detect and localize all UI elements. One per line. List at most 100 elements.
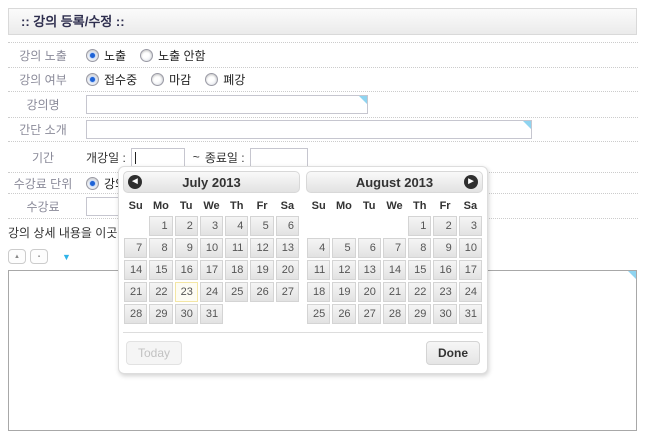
calendar-day-cell[interactable]: 28 bbox=[383, 304, 406, 324]
radio-status-accepting[interactable]: 접수중 bbox=[86, 71, 137, 88]
calendar-day-cell[interactable]: 8 bbox=[408, 238, 431, 258]
calendar-day-cell[interactable]: 24 bbox=[200, 282, 223, 302]
calendar-day-cell[interactable]: 9 bbox=[175, 238, 198, 258]
calendar-day-header: Sa bbox=[276, 200, 299, 212]
calendar-day-cell[interactable]: 11 bbox=[225, 238, 248, 258]
calendar-day-cell[interactable]: 27 bbox=[276, 282, 299, 302]
calendar-day-cell[interactable]: 13 bbox=[276, 238, 299, 258]
calendar-day-cell[interactable]: 6 bbox=[358, 238, 381, 258]
end-date-label: 종료일 : bbox=[205, 149, 245, 166]
radio-icon bbox=[86, 73, 99, 86]
calendar-day-cell[interactable]: 21 bbox=[124, 282, 147, 302]
calendar-day-cell[interactable]: 26 bbox=[250, 282, 273, 302]
calendar-day-cell[interactable]: 5 bbox=[332, 238, 355, 258]
calendar-day-cell[interactable]: 3 bbox=[200, 216, 223, 236]
calendar-day-header: We bbox=[383, 200, 406, 212]
calendar-day-header: Fr bbox=[433, 200, 456, 212]
row-status: 강의 여부 접수중 마감 폐강 bbox=[8, 68, 638, 92]
radio-status-cancelled[interactable]: 폐강 bbox=[205, 71, 245, 88]
calendar-day-cell[interactable]: 13 bbox=[358, 260, 381, 280]
calendar-day-cell[interactable]: 17 bbox=[459, 260, 482, 280]
calendar-day-cell[interactable]: 18 bbox=[307, 282, 330, 302]
box-icon: ▪ bbox=[38, 254, 40, 260]
field-label-status: 강의 여부 bbox=[8, 71, 78, 88]
calendar-day-cell[interactable]: 29 bbox=[408, 304, 431, 324]
calendar-month-title: August 2013 bbox=[356, 175, 433, 190]
radio-status-closed[interactable]: 마감 bbox=[151, 71, 191, 88]
calendar-day-cell[interactable]: 6 bbox=[276, 216, 299, 236]
next-month-icon[interactable]: ▶ bbox=[464, 175, 478, 189]
calendar-day-cell[interactable]: 4 bbox=[225, 216, 248, 236]
calendar-day-cell[interactable]: 30 bbox=[175, 304, 198, 324]
calendar-day-cell[interactable]: 12 bbox=[332, 260, 355, 280]
calendar-day-cell[interactable]: 24 bbox=[459, 282, 482, 302]
calendar-day-cell[interactable]: 28 bbox=[124, 304, 147, 324]
calendar-day-cell[interactable]: 2 bbox=[433, 216, 456, 236]
field-label-intro: 간단 소개 bbox=[8, 121, 78, 138]
calendar-day-cell[interactable]: 31 bbox=[200, 304, 223, 324]
calendar-day-cell[interactable]: 1 bbox=[408, 216, 431, 236]
collapse-up-button[interactable]: ▲ bbox=[8, 249, 26, 264]
calendar-day-cell[interactable]: 22 bbox=[149, 282, 172, 302]
calendar-day-cell[interactable]: 12 bbox=[250, 238, 273, 258]
course-name-input[interactable] bbox=[86, 95, 368, 114]
calendar-day-header: Mo bbox=[149, 200, 172, 212]
calendar-day-cell[interactable]: 20 bbox=[276, 260, 299, 280]
calendar-day-cell[interactable]: 7 bbox=[383, 238, 406, 258]
end-date-input[interactable] bbox=[250, 148, 308, 167]
calendar-day-cell[interactable]: 31 bbox=[459, 304, 482, 324]
calendar-day-cell[interactable]: 4 bbox=[307, 238, 330, 258]
intro-input[interactable] bbox=[86, 120, 532, 139]
dropdown-arrow-icon[interactable]: ▼ bbox=[62, 252, 71, 262]
up-triangle-icon: ▲ bbox=[14, 254, 20, 260]
calendar-empty-cell bbox=[383, 216, 406, 236]
datepicker-button-pane: Today Done bbox=[123, 332, 483, 369]
prev-month-icon[interactable]: ◀ bbox=[128, 175, 142, 189]
calendar-day-cell[interactable]: 16 bbox=[433, 260, 456, 280]
box-button[interactable]: ▪ bbox=[30, 249, 48, 264]
calendar-day-cell[interactable]: 25 bbox=[225, 282, 248, 302]
calendar-day-cell[interactable]: 27 bbox=[358, 304, 381, 324]
row-course-name: 강의명 bbox=[8, 92, 638, 118]
calendar-header: August 2013 ▶ bbox=[306, 171, 483, 193]
calendar-day-cell[interactable]: 25 bbox=[307, 304, 330, 324]
calendar-day-cell[interactable]: 7 bbox=[124, 238, 147, 258]
radio-exposure-show[interactable]: 노출 bbox=[86, 47, 126, 64]
calendar-day-cell[interactable]: 30 bbox=[433, 304, 456, 324]
calendar-day-cell[interactable]: 18 bbox=[225, 260, 248, 280]
calendar-day-cell[interactable]: 16 bbox=[175, 260, 198, 280]
calendar-day-cell[interactable]: 9 bbox=[433, 238, 456, 258]
radio-label: 노출 bbox=[104, 47, 126, 64]
calendar-month-july: ◀ July 2013 SuMoTuWeThFrSa 1234567891011… bbox=[123, 171, 300, 324]
radio-label: 폐강 bbox=[223, 71, 245, 88]
done-button[interactable]: Done bbox=[426, 341, 480, 365]
calendar-day-cell[interactable]: 2 bbox=[175, 216, 198, 236]
calendar-day-cell[interactable]: 23 bbox=[433, 282, 456, 302]
calendar-day-cell[interactable]: 22 bbox=[408, 282, 431, 302]
calendar-day-cell[interactable]: 11 bbox=[307, 260, 330, 280]
calendar-day-cell[interactable]: 20 bbox=[358, 282, 381, 302]
calendar-day-cell[interactable]: 29 bbox=[149, 304, 172, 324]
calendar-day-cell[interactable]: 19 bbox=[332, 282, 355, 302]
calendar-day-cell[interactable]: 15 bbox=[149, 260, 172, 280]
calendar-day-cell[interactable]: 21 bbox=[383, 282, 406, 302]
calendar-day-cell[interactable]: 10 bbox=[200, 238, 223, 258]
calendar-day-cell[interactable]: 14 bbox=[383, 260, 406, 280]
calendar-day-cell[interactable]: 1 bbox=[149, 216, 172, 236]
calendar-day-cell[interactable]: 5 bbox=[250, 216, 273, 236]
calendar-day-cell[interactable]: 19 bbox=[250, 260, 273, 280]
calendar-day-cell[interactable]: 10 bbox=[459, 238, 482, 258]
calendar-day-cell[interactable]: 14 bbox=[124, 260, 147, 280]
calendar-day-cell[interactable]: 26 bbox=[332, 304, 355, 324]
calendar-day-grid: 1234567891011121314151617181920212223242… bbox=[306, 216, 483, 324]
calendar-day-cell[interactable]: 8 bbox=[149, 238, 172, 258]
page-title: :: 강의 등록/수정 :: bbox=[21, 14, 125, 29]
radio-exposure-hide[interactable]: 노출 안함 bbox=[140, 47, 206, 64]
start-date-input[interactable] bbox=[131, 148, 185, 167]
calendar-day-cell[interactable]: 17 bbox=[200, 260, 223, 280]
field-label-course-name: 강의명 bbox=[8, 96, 78, 113]
today-button[interactable]: Today bbox=[126, 341, 182, 365]
calendar-day-cell[interactable]: 3 bbox=[459, 216, 482, 236]
calendar-day-cell[interactable]: 23 bbox=[175, 282, 198, 302]
calendar-day-cell[interactable]: 15 bbox=[408, 260, 431, 280]
